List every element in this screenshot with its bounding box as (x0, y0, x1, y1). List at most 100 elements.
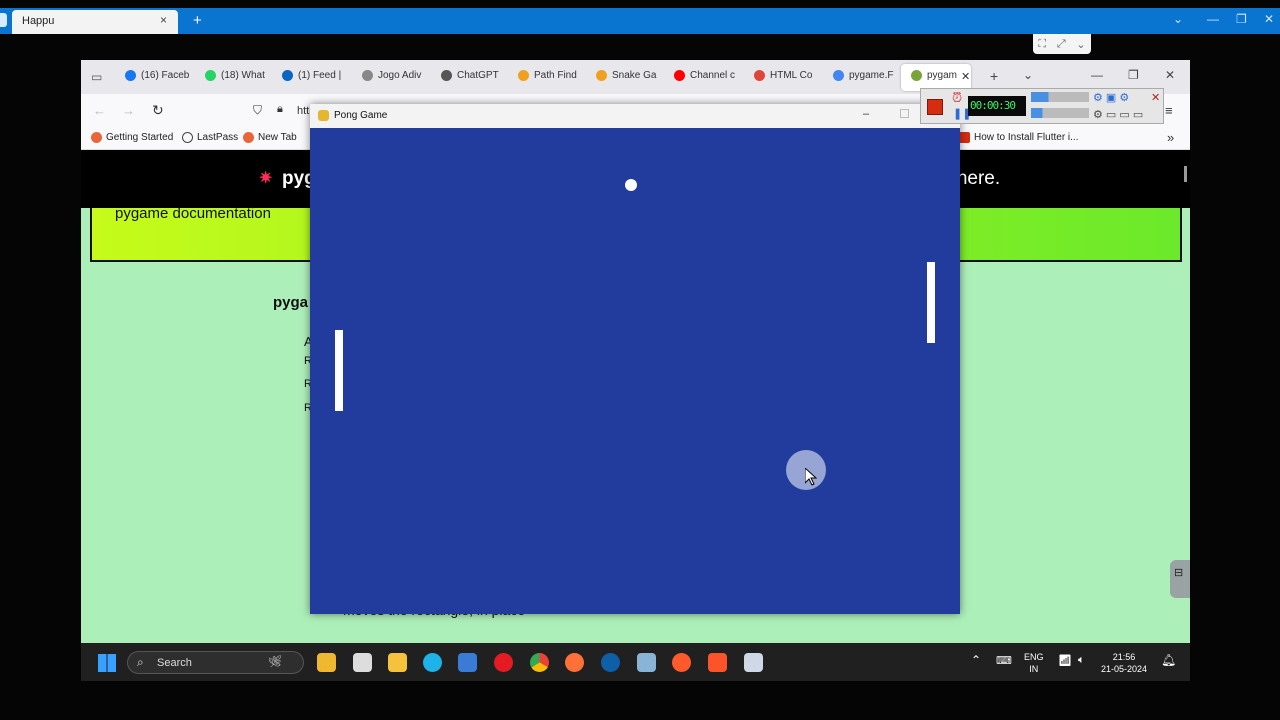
url-field[interactable]: htt (297, 105, 309, 117)
taskbar-search-box[interactable]: ⌕ Search 🌿︎ (127, 651, 304, 674)
volume-icon[interactable]: 🔈︎ (1078, 654, 1085, 667)
tab-10[interactable]: pygam (911, 70, 957, 81)
fullscreen-icon[interactable]: ⤢ (1057, 38, 1066, 51)
tab-8[interactable]: HTML Co (754, 70, 812, 81)
youtube-icon (674, 70, 685, 81)
outer-new-tab-button[interactable]: + (193, 12, 202, 29)
restore-icon[interactable]: ❐ (1236, 12, 1247, 26)
close-tab-icon[interactable]: ✕ (961, 70, 970, 83)
chrome-icon[interactable] (530, 653, 549, 672)
reload-icon[interactable]: ↻ (152, 102, 164, 119)
chevron-double-right-icon[interactable]: » (1167, 130, 1174, 145)
firefox-icon[interactable] (565, 653, 584, 672)
linkedin-icon (282, 70, 293, 81)
tab-label: Snake Ga (612, 70, 657, 81)
side-panel-handle[interactable]: ⊟ (1170, 560, 1190, 598)
menu-icon[interactable]: ≡ (1165, 103, 1173, 118)
close-icon[interactable]: ✕ (1165, 68, 1175, 82)
chevron-down-icon[interactable]: ⌄ (1076, 38, 1085, 51)
close-icon[interactable]: ✕ (1151, 91, 1160, 104)
pong-game-window[interactable]: Pong Game – (310, 104, 960, 614)
toolbar-icons[interactable]: ⚙ ▭ ▭ ▭ (1093, 108, 1143, 121)
tab-overview-icon[interactable]: ▭ (91, 70, 102, 84)
teamviewer-icon[interactable] (601, 653, 620, 672)
tab-1[interactable]: (18) What (205, 70, 265, 81)
firefox-icon (91, 132, 102, 143)
lock-icon[interactable]: 🔒︎ (277, 103, 283, 116)
shield-icon[interactable]: ⛉ (253, 103, 262, 118)
chevron-down-icon[interactable]: ⌄ (1173, 12, 1183, 26)
search-highlight-icon: 🌿︎ (268, 656, 282, 668)
sparkle-icon: ✷ (259, 170, 273, 187)
mic-level-meter (1031, 108, 1089, 118)
alarm-icon[interactable]: ⏰︎ (952, 90, 962, 106)
app-logo-icon (0, 13, 7, 27)
codepen-icon (596, 70, 607, 81)
chevron-up-icon[interactable]: ⌃ (971, 653, 981, 667)
facebook-icon (125, 70, 136, 81)
keyboard-icon[interactable]: ⌨ (996, 654, 1012, 667)
tab-list-chevron-icon[interactable]: ⌄ (1023, 68, 1033, 82)
store-icon[interactable] (458, 653, 477, 672)
firefox-dev-icon[interactable] (672, 653, 691, 672)
doc-title[interactable]: pygame documentation (115, 205, 271, 222)
bookmark-getting-started[interactable]: Getting Started (91, 132, 173, 143)
pygame-icon (911, 70, 922, 81)
pong-maximize-button[interactable] (900, 109, 909, 118)
back-arrow-icon[interactable]: ← (93, 103, 106, 118)
globe-icon (362, 70, 373, 81)
outer-tab-close-icon[interactable]: × (160, 13, 167, 27)
tab-3[interactable]: Jogo Adiv (362, 70, 421, 81)
tab-5[interactable]: Path Find (518, 70, 577, 81)
outer-tab-happu[interactable]: Happu (12, 10, 178, 34)
notification-bell-icon[interactable]: 🔔︎ (1161, 653, 1176, 667)
pong-window-title: Pong Game (334, 110, 388, 121)
opera-icon[interactable] (494, 653, 513, 672)
tab-label: Path Find (534, 70, 577, 81)
language-indicator[interactable]: ENG IN (1024, 651, 1044, 675)
google-icon (833, 70, 844, 81)
clock[interactable]: 21:56 21-05-2024 (1101, 651, 1147, 675)
tab-2[interactable]: (1) Feed | (282, 70, 341, 81)
firefox-icon (243, 132, 254, 143)
copilot-icon[interactable] (317, 653, 336, 672)
tab-label: pygame.F (849, 70, 894, 81)
tab-0[interactable]: (16) Faceb (125, 70, 189, 81)
remote-toolbar: ⛶ ⤢ ⌄ (1033, 34, 1091, 54)
scrollbar-thumb[interactable] (1184, 166, 1187, 182)
tab-9[interactable]: pygame.F (833, 70, 893, 81)
settings-icon[interactable]: ⚙ ▣ ⚙ (1093, 91, 1129, 104)
edge-icon[interactable] (423, 653, 442, 672)
codepen-icon (518, 70, 529, 81)
tab-4[interactable]: ChatGPT (441, 70, 499, 81)
tab-7[interactable]: Channel c (674, 70, 735, 81)
file-explorer-icon[interactable] (388, 653, 407, 672)
forward-arrow-icon[interactable]: → (122, 103, 135, 118)
bookmark-lastpass[interactable]: LastPass (182, 132, 238, 143)
pong-minimize-button[interactable]: – (863, 108, 869, 120)
record-stop-button[interactable] (927, 99, 943, 115)
search-icon: ⌕ (137, 655, 144, 669)
tab-label: pygam (927, 70, 958, 81)
search-placeholder: Search (157, 657, 192, 669)
globe-icon (182, 132, 193, 143)
minimize-icon[interactable]: — (1091, 68, 1103, 82)
whatsapp-icon (205, 70, 216, 81)
tab-label: (1) Feed | (298, 70, 342, 81)
outer-tab-label: Happu (22, 15, 55, 27)
python-app-icon[interactable] (744, 653, 763, 672)
close-icon[interactable]: ✕ (1264, 12, 1274, 26)
wifi-icon[interactable]: 📶︎ (1058, 654, 1072, 667)
pong-title-bar[interactable]: Pong Game – (310, 104, 960, 128)
bookmark-new-tab[interactable]: New Tab (243, 132, 297, 143)
tab-6[interactable]: Snake Ga (596, 70, 656, 81)
restore-icon[interactable]: ❐ (1128, 68, 1139, 82)
fit-screen-icon[interactable]: ⛶ (1038, 38, 1046, 51)
snipping-tool-icon[interactable] (637, 653, 656, 672)
windows-start-icon[interactable] (98, 654, 116, 672)
brave-icon[interactable] (708, 653, 727, 672)
bookmark-flutter[interactable]: How to Install Flutter i... (959, 132, 1078, 143)
task-view-icon[interactable] (353, 653, 372, 672)
new-tab-button[interactable]: + (990, 68, 998, 84)
minimize-icon[interactable]: — (1207, 12, 1219, 26)
